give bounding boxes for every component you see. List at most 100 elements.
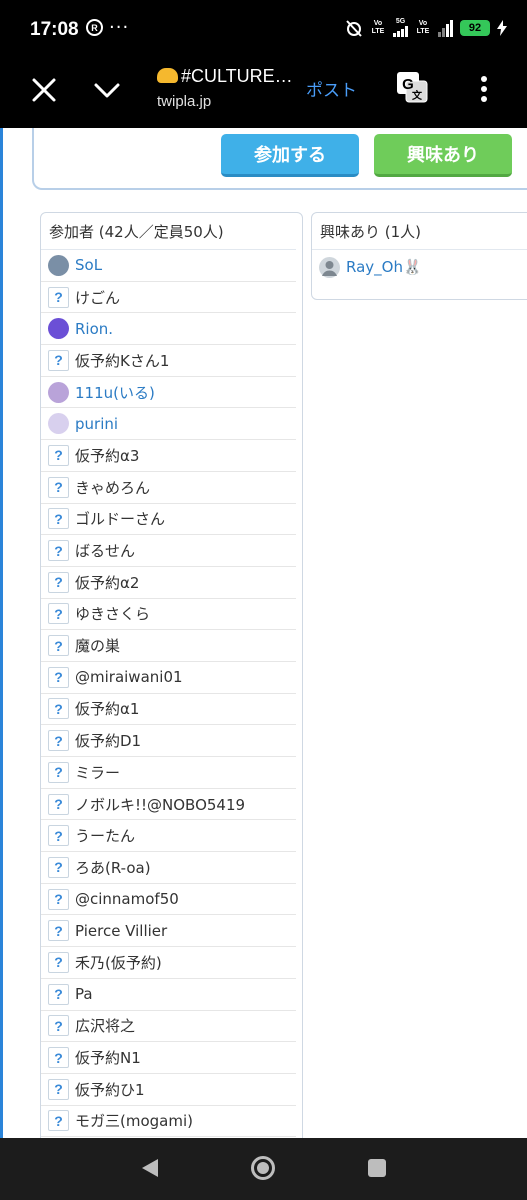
system-nav-bar <box>0 1138 527 1200</box>
question-avatar-icon: ? <box>48 951 69 973</box>
r-circle-icon: R <box>86 19 103 36</box>
avatar <box>48 381 69 403</box>
list-item: SoL <box>41 250 296 282</box>
list-item: ? 仮予約ひ1 <box>41 1074 296 1106</box>
user-name: Pa <box>75 985 93 1004</box>
list-item: ? 仮予約N1 <box>41 1042 296 1074</box>
list-item: ? ろあ(R-oa) <box>41 852 296 884</box>
user-link[interactable]: 111u(いる) <box>75 382 155 403</box>
list-item: ? @cinnamof50 <box>41 884 296 916</box>
battery-indicator: 92 <box>460 19 490 36</box>
alarm-off-icon <box>346 19 362 37</box>
question-avatar-icon: ? <box>48 666 69 688</box>
list-item: 111u(いる) <box>41 377 296 409</box>
user-link[interactable]: Ray_Oh🐰 <box>346 258 422 276</box>
list-item: ? 広沢将之 <box>41 1011 296 1043</box>
list-item: ? 仮予約D1 <box>41 725 296 757</box>
question-avatar-icon: ? <box>48 1047 69 1069</box>
list-item: ? Pierce Villier <box>41 915 296 948</box>
more-dots-icon: ··· <box>109 17 130 38</box>
question-avatar-icon: ? <box>48 349 69 371</box>
translate-icon[interactable]: G 文 <box>395 70 429 104</box>
default-user-avatar <box>319 256 340 278</box>
user-name: 魔の巣 <box>75 637 121 656</box>
interested-header: 興味あり (1人) <box>312 213 527 250</box>
user-name: きゃめろん <box>75 478 151 497</box>
list-item: ? きゃめろん <box>41 472 296 504</box>
home-icon[interactable] <box>250 1155 276 1181</box>
question-avatar-icon: ? <box>48 761 69 783</box>
interested-list: Ray_Oh🐰 <box>312 250 527 284</box>
join-button[interactable]: 参加する <box>221 134 359 177</box>
chevron-down-icon[interactable] <box>90 74 124 106</box>
question-avatar-icon: ? <box>48 983 69 1005</box>
avatar <box>48 254 69 276</box>
user-name: ばるせん <box>75 542 136 561</box>
question-avatar-icon: ? <box>48 1078 69 1100</box>
user-name: 仮予約D1 <box>75 732 142 751</box>
page-host: twipla.jp <box>157 93 212 110</box>
recent-apps-icon[interactable] <box>368 1159 386 1177</box>
list-item: ? ゴルドーさん <box>41 504 296 536</box>
user-name: ゆきさくら <box>75 605 151 624</box>
status-bar: 17:08 R ··· Vo LTE 5G Vo LTE 92 <box>0 0 527 60</box>
page-content: 参加する 興味あり 参加者 (42人／定員50人) SoL? けごん Rion.? 仮… <box>0 128 527 1138</box>
user-link[interactable]: Rion. <box>75 320 113 338</box>
user-name: ミラー <box>75 763 121 782</box>
question-avatar-icon: ? <box>48 730 69 752</box>
list-item: ? 禾乃(仮予約) <box>41 947 296 979</box>
question-avatar-icon: ? <box>48 1110 69 1132</box>
volte-tag-2: Vo LTE <box>416 19 430 35</box>
list-item: ? 仮予約α3 <box>41 440 296 472</box>
page-title-text: #CULTURE… <box>181 66 293 86</box>
signal-icon <box>393 26 408 37</box>
user-name: ろあ(R-oa) <box>75 858 151 877</box>
list-item: Ray_Oh🐰 <box>312 250 527 284</box>
user-name: 仮予約ひ1 <box>75 1080 145 1099</box>
question-avatar-icon: ? <box>48 1015 69 1037</box>
avatar <box>48 413 69 435</box>
list-item: ? Pa <box>41 979 296 1011</box>
interest-button[interactable]: 興味あり <box>374 134 512 177</box>
heart-hands-emoji-icon <box>157 68 178 83</box>
browser-top-bar: #CULTURE… twipla.jp ポスト G 文 <box>0 60 527 128</box>
question-avatar-icon: ? <box>48 603 69 625</box>
participants-panel: 参加者 (42人／定員50人) SoL? けごん Rion.? 仮予約Kさん1 111u… <box>40 212 303 1138</box>
network-5g-label: 5G <box>395 18 406 25</box>
user-name: Pierce Villier <box>75 921 168 940</box>
post-link[interactable]: ポスト <box>306 76 357 101</box>
user-name: うーたん <box>75 827 136 846</box>
question-avatar-icon: ? <box>48 508 69 530</box>
list-item: ? けごん <box>41 282 296 314</box>
user-name: 広沢将之 <box>75 1017 136 1036</box>
participant-list: SoL? けごん Rion.? 仮予約Kさん1 111u(いる) purini? 仮予約α3… <box>41 250 302 1138</box>
user-name: 仮予約α3 <box>75 446 140 465</box>
list-item: ? うーたん <box>41 820 296 853</box>
left-accent-bar <box>0 128 3 1138</box>
question-avatar-icon: ? <box>48 444 69 466</box>
list-item: ? 仮予約α2 <box>41 567 296 599</box>
charging-icon <box>497 19 507 36</box>
participants-header: 参加者 (42人／定員50人) <box>41 213 296 250</box>
question-avatar-icon: ? <box>48 540 69 562</box>
list-item: ? 魔の巣 <box>41 630 296 662</box>
question-avatar-icon: ? <box>48 793 69 815</box>
list-item: ? ばるせん <box>41 535 296 567</box>
question-avatar-icon: ? <box>48 856 69 878</box>
list-item: purini <box>41 408 296 441</box>
user-link[interactable]: purini <box>75 415 118 433</box>
back-icon[interactable] <box>140 1157 160 1179</box>
svg-text:文: 文 <box>412 89 423 102</box>
volte-tag: Vo LTE <box>371 19 385 35</box>
user-name: @cinnamof50 <box>75 890 179 909</box>
user-name: 仮予約N1 <box>75 1049 141 1068</box>
question-avatar-icon: ? <box>48 825 69 847</box>
close-icon[interactable] <box>28 74 60 106</box>
interested-panel: 興味あり (1人) Ray_Oh🐰 <box>311 212 527 300</box>
more-vert-icon[interactable] <box>470 74 498 104</box>
status-time: 17:08 <box>30 19 79 40</box>
user-link[interactable]: SoL <box>75 256 102 274</box>
list-item: Rion. <box>41 313 296 346</box>
user-name: モガ三(mogami) <box>75 1112 193 1131</box>
list-item: ? モガ三(mogami) <box>41 1106 296 1138</box>
